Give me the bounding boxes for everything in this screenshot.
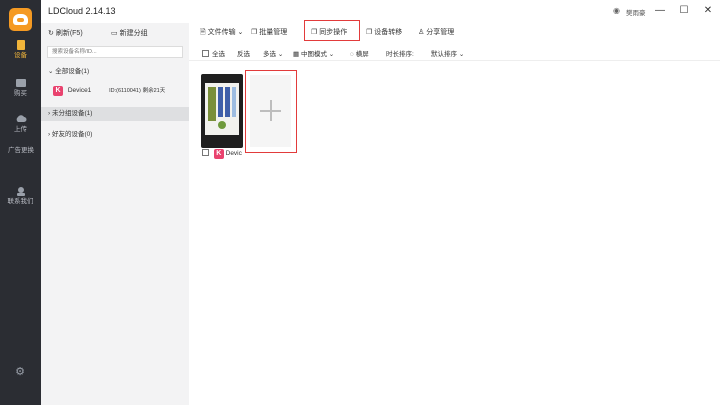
group-all-devices[interactable]: ⌄ 全部设备(1) bbox=[41, 65, 189, 79]
plus-icon bbox=[270, 100, 272, 121]
device-remaining: 剩余21天 bbox=[142, 88, 166, 94]
device-k-icon: K bbox=[213, 149, 224, 159]
refresh-button[interactable]: ↻ 刷新(F5) bbox=[48, 28, 83, 38]
group-ungrouped[interactable]: › 未分组设备(1) bbox=[41, 107, 189, 121]
file-icon: 🗎 bbox=[200, 29, 206, 36]
minimize-icon[interactable]: — bbox=[653, 5, 667, 17]
gear-icon[interactable]: ⚙ bbox=[14, 366, 26, 378]
upload-icon bbox=[16, 115, 26, 122]
chevron-right-icon: › bbox=[48, 131, 51, 138]
transfer-icon: ❐ bbox=[366, 29, 373, 36]
maximize-icon[interactable]: ☐ bbox=[677, 5, 691, 17]
sync-highlight-box bbox=[304, 20, 360, 41]
user-name[interactable]: 樊雨豪 bbox=[626, 7, 646, 17]
batch-manage-button[interactable]: ❐ 批量管理 bbox=[251, 27, 287, 37]
refresh-icon: ↻ bbox=[48, 30, 54, 37]
grid-icon: ▦ bbox=[293, 51, 300, 58]
card-checkbox-icon[interactable] bbox=[202, 149, 209, 156]
add-device-area[interactable] bbox=[250, 75, 291, 147]
nav-rail: 设备 购买 上传 广告更换 联系我们 ⚙ bbox=[0, 0, 41, 405]
rail-item-devices[interactable]: 设备 bbox=[0, 40, 41, 60]
rail-item-buy[interactable]: 购买 bbox=[0, 78, 41, 98]
new-group-button[interactable]: ▭ 新建分组 bbox=[111, 28, 148, 38]
rotate-icon: ◌ bbox=[350, 51, 354, 58]
user-icon: ♙ bbox=[418, 29, 425, 36]
add-device-card[interactable] bbox=[245, 70, 297, 153]
chevron-down-icon: ⌄ bbox=[237, 29, 244, 36]
rail-label: 广告更换 bbox=[8, 147, 34, 154]
close-icon[interactable]: ✕ bbox=[701, 5, 715, 17]
checkbox-icon bbox=[202, 50, 209, 57]
group-friends[interactable]: › 好友的设备(0) bbox=[41, 128, 189, 142]
device-id: ID:(6110041) bbox=[109, 88, 141, 94]
device-icon bbox=[16, 40, 25, 50]
rail-label: 设备 bbox=[14, 52, 27, 59]
copy-icon: ❐ bbox=[251, 29, 258, 36]
chevron-down-icon: ⌄ bbox=[48, 68, 54, 75]
panel-actions: ↻ 刷新(F5) ▭ 新建分组 bbox=[41, 23, 189, 43]
device-transfer-button[interactable]: ❐ 设备转移 bbox=[366, 27, 402, 37]
app-logo-icon bbox=[9, 8, 32, 31]
main-toolbar: 🗎 文件传输 ⌄ ❐ 批量管理 ❐ 同步操作 ❐ 设备转移 ♙ 分享管理 bbox=[189, 23, 720, 41]
device-name: Device1 bbox=[67, 87, 92, 94]
device-card[interactable] bbox=[201, 74, 243, 148]
view-mode-dropdown[interactable]: ▦ 中图模式 ⌄ bbox=[293, 48, 334, 58]
chevron-down-icon: ⌄ bbox=[458, 51, 465, 58]
rail-label: 购买 bbox=[14, 90, 27, 97]
device-card-label[interactable]: K Devic bbox=[202, 149, 242, 159]
folder-icon: ▭ bbox=[111, 30, 118, 37]
contact-icon bbox=[16, 187, 25, 196]
invert-button[interactable]: 反选 bbox=[237, 48, 250, 58]
rail-label: 联系我们 bbox=[7, 198, 34, 205]
device-k-icon: K bbox=[53, 86, 63, 96]
cart-icon bbox=[15, 79, 26, 87]
title-bar: LDCloud 2.14.13 ◉ 樊雨豪 — ☐ ✕ bbox=[41, 0, 720, 23]
sort-label: 时长排序: bbox=[386, 51, 414, 58]
rail-label: 上传 bbox=[14, 126, 27, 133]
filter-bar: 全选 反选 多选 ⌄ ▦ 中图模式 ⌄ ◌ 横屏 时长排序: 默认排序 ⌄ bbox=[189, 43, 720, 61]
file-transfer-button[interactable]: 🗎 文件传输 ⌄ bbox=[200, 27, 243, 39]
share-manage-button[interactable]: ♙ 分享管理 bbox=[418, 27, 454, 37]
sort-dropdown[interactable]: 默认排序 ⌄ bbox=[431, 48, 464, 58]
multi-select-dropdown[interactable]: 多选 ⌄ bbox=[263, 48, 283, 58]
search-input[interactable] bbox=[47, 46, 183, 58]
chevron-down-icon: ⌄ bbox=[328, 51, 335, 58]
user-avatar-icon[interactable]: ◉ bbox=[613, 6, 620, 15]
device-screen-thumbnail bbox=[205, 83, 239, 135]
landscape-toggle[interactable]: ◌ 横屏 bbox=[350, 48, 369, 58]
select-all-checkbox[interactable]: 全选 bbox=[202, 48, 225, 58]
rail-item-contact[interactable]: 联系我们 bbox=[0, 186, 41, 206]
chevron-right-icon: › bbox=[48, 110, 51, 117]
device-tree-panel: ↻ 刷新(F5) ▭ 新建分组 ⌄ 全部设备(1) K Device1 ID:(… bbox=[41, 23, 189, 405]
device-list-item[interactable]: K Device1 ID:(6110041) 剩余21天 bbox=[41, 84, 189, 98]
chevron-down-icon: ⌄ bbox=[277, 51, 284, 58]
rail-item-ad[interactable]: 广告更换 bbox=[4, 147, 38, 155]
app-title: LDCloud 2.14.13 bbox=[48, 6, 116, 16]
rail-item-upload[interactable]: 上传 bbox=[0, 114, 41, 134]
